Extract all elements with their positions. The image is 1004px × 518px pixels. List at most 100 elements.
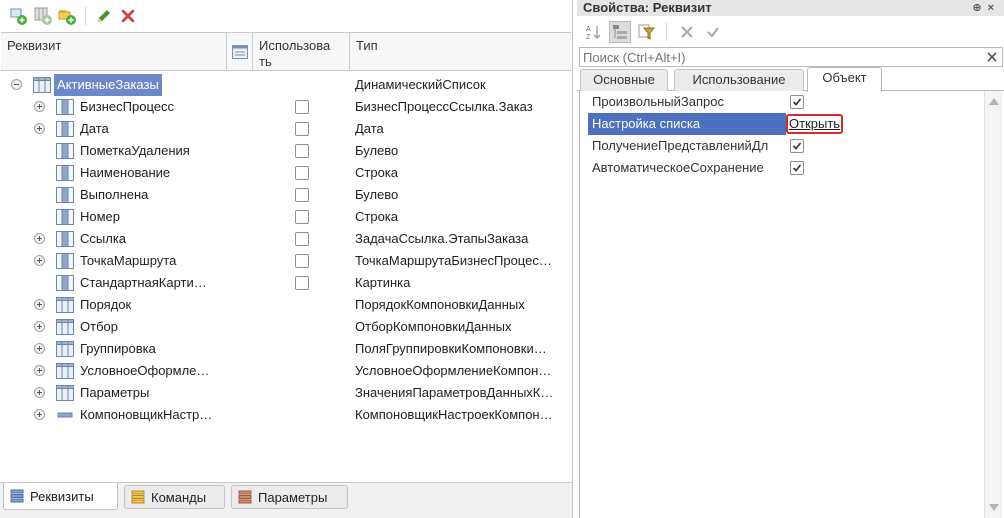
usage-checkbox[interactable] [295, 232, 309, 246]
add-from-list-button[interactable] [56, 5, 78, 27]
usage-checkbox[interactable] [295, 100, 309, 114]
table-icon [56, 363, 74, 379]
usage-checkbox[interactable] [295, 210, 309, 224]
expand-icon[interactable] [34, 233, 45, 244]
commands-tab-icon [131, 490, 145, 504]
tree-row[interactable]: Параметры ЗначенияПараметровДанныхК… [1, 382, 571, 404]
expand-icon[interactable] [34, 387, 45, 398]
expand-icon[interactable] [34, 123, 45, 134]
usage-checkbox[interactable] [295, 188, 309, 202]
properties-title-bar: Свойства: Реквизит ⊕× [577, 0, 1004, 16]
tree-row[interactable]: Отбор ОтборКомпоновкиДанных [1, 316, 571, 338]
expand-icon[interactable] [34, 101, 45, 112]
attribute-name: Выполнена [80, 187, 149, 202]
tree-row[interactable]: Группировка ПоляГруппировкиКомпоновки… [1, 338, 571, 360]
usage-checkbox[interactable] [295, 276, 309, 290]
expand-icon[interactable] [34, 365, 45, 376]
open-list-settings-link[interactable]: Открыть [786, 114, 844, 134]
tree-row[interactable]: АктивныеЗаказы ДинамическийСписок [1, 74, 571, 96]
table-icon [56, 341, 74, 357]
properties-panel: Свойства: Реквизит ⊕× A Z Поиск (Ctrl+Al… [577, 0, 1004, 518]
tree-row[interactable]: УсловноеОформле… УсловноеОформлениеКомпон… [1, 360, 571, 382]
usage-checkbox[interactable] [295, 254, 309, 268]
pencil-icon [98, 9, 110, 22]
tree-row[interactable]: Ссылка ЗадачаСсылка.ЭтапыЗаказа [1, 228, 571, 250]
attribute-name: УсловноеОформле… [80, 363, 210, 378]
column-icon [56, 99, 74, 115]
tab-commands[interactable]: Команды [124, 485, 225, 509]
expand-icon[interactable] [34, 255, 45, 266]
expand-icon[interactable] [34, 299, 45, 310]
attribute-name: Номер [80, 209, 121, 224]
close-panel-icon[interactable]: × [988, 2, 1000, 14]
scroll-up-arrow[interactable] [989, 98, 999, 105]
column-icon [56, 121, 74, 137]
property-name: ПроизвольныйЗапрос [592, 94, 724, 109]
attribute-type: УсловноеОформлениеКомпон… [355, 363, 552, 378]
attribute-type: Булево [355, 187, 399, 202]
usage-checkbox[interactable] [295, 122, 309, 136]
delete-button[interactable] [117, 5, 139, 27]
property-checkbox[interactable] [790, 95, 804, 109]
attribute-type: ОтборКомпоновкиДанных [355, 319, 512, 334]
tree-row[interactable]: Выполнена Булево [1, 184, 571, 206]
attribute-type: Булево [355, 143, 399, 158]
attribute-name: БизнесПроцесс [80, 99, 174, 114]
column-header-type[interactable]: Тип [350, 33, 571, 70]
search-clear-button[interactable] [984, 49, 1000, 65]
tab-main[interactable]: Основные [580, 69, 668, 91]
property-checkbox[interactable] [790, 161, 804, 175]
add-attribute-button[interactable] [8, 5, 30, 27]
sort-button[interactable]: A Z [583, 21, 605, 43]
edit-button[interactable] [93, 5, 115, 27]
collapse-icon[interactable] [11, 79, 22, 90]
tab-parameters[interactable]: Параметры [231, 485, 348, 509]
clear-value-button[interactable] [676, 21, 698, 43]
tab-usage[interactable]: Использование [674, 69, 804, 91]
property-checkbox[interactable] [790, 139, 804, 153]
tree-row[interactable]: Наименование Строка [1, 162, 571, 184]
filter-button[interactable] [635, 21, 657, 43]
usage-checkbox[interactable] [295, 144, 309, 158]
window-controls: ⊕× [972, 0, 1000, 16]
search-input[interactable] [580, 48, 980, 66]
add-column-icon [34, 7, 52, 25]
checkmark-icon [707, 27, 719, 38]
attribute-name: АктивныеЗаказы [54, 74, 162, 96]
expand-icon[interactable] [34, 321, 45, 332]
column-header-usage[interactable]: Использова ть [253, 33, 350, 70]
attribute-name: Параметры [80, 385, 150, 400]
attribute-type: КомпоновщикНастроекКомпон… [355, 407, 553, 422]
group-by-category-button[interactable] [609, 21, 631, 43]
property-row[interactable]: ПроизвольныйЗапрос [580, 91, 986, 113]
property-row[interactable]: ПолучениеПредставленийДл [580, 135, 986, 157]
column-header-icon[interactable] [227, 33, 253, 70]
tree-row[interactable]: ТочкаМаршрута ТочкаМаршрутаБизнесПроцес… [1, 250, 571, 272]
expand-icon[interactable] [34, 409, 45, 420]
property-row[interactable]: АвтоматическоеСохранение [580, 157, 986, 179]
tree-row[interactable]: БизнесПроцесс БизнесПроцессСсылка.Заказ [1, 96, 571, 118]
tree-row[interactable]: КомпоновщикНастр… КомпоновщикНастроекКомп… [1, 404, 571, 426]
tree-row[interactable]: СтандартнаяКарти… Картинка [1, 272, 571, 294]
column-header-attribute[interactable]: Реквизит [1, 33, 227, 70]
property-name: ПолучениеПредставленийДл [592, 138, 769, 153]
column-icon [56, 253, 74, 269]
tree-row[interactable]: Дата Дата [1, 118, 571, 140]
scroll-down-arrow[interactable] [989, 504, 999, 511]
tab-attributes[interactable]: Реквизиты [3, 483, 118, 510]
tab-object[interactable]: Объект [807, 67, 882, 92]
tree-row[interactable]: Порядок ПорядокКомпоновкиДанных [1, 294, 571, 316]
bottom-tab-bar: Реквизиты Команды Параметры [0, 482, 572, 518]
property-row[interactable]: Настройка списка Открыть [580, 113, 986, 135]
usage-checkbox[interactable] [295, 166, 309, 180]
attributes-panel: Реквизит Использова ть Тип АктивныеЗаказ… [0, 0, 573, 518]
tree-row[interactable]: Номер Строка [1, 206, 571, 228]
pin-icon[interactable]: ⊕ [972, 2, 987, 14]
tree-row[interactable]: ПометкаУдаления Булево [1, 140, 571, 162]
properties-scrollbar[interactable] [984, 91, 1002, 518]
categorized-list-icon [613, 25, 627, 39]
expand-icon[interactable] [34, 343, 45, 354]
apply-button[interactable] [702, 21, 724, 43]
add-column-button[interactable] [32, 5, 54, 27]
minus-bar-icon [56, 407, 74, 423]
